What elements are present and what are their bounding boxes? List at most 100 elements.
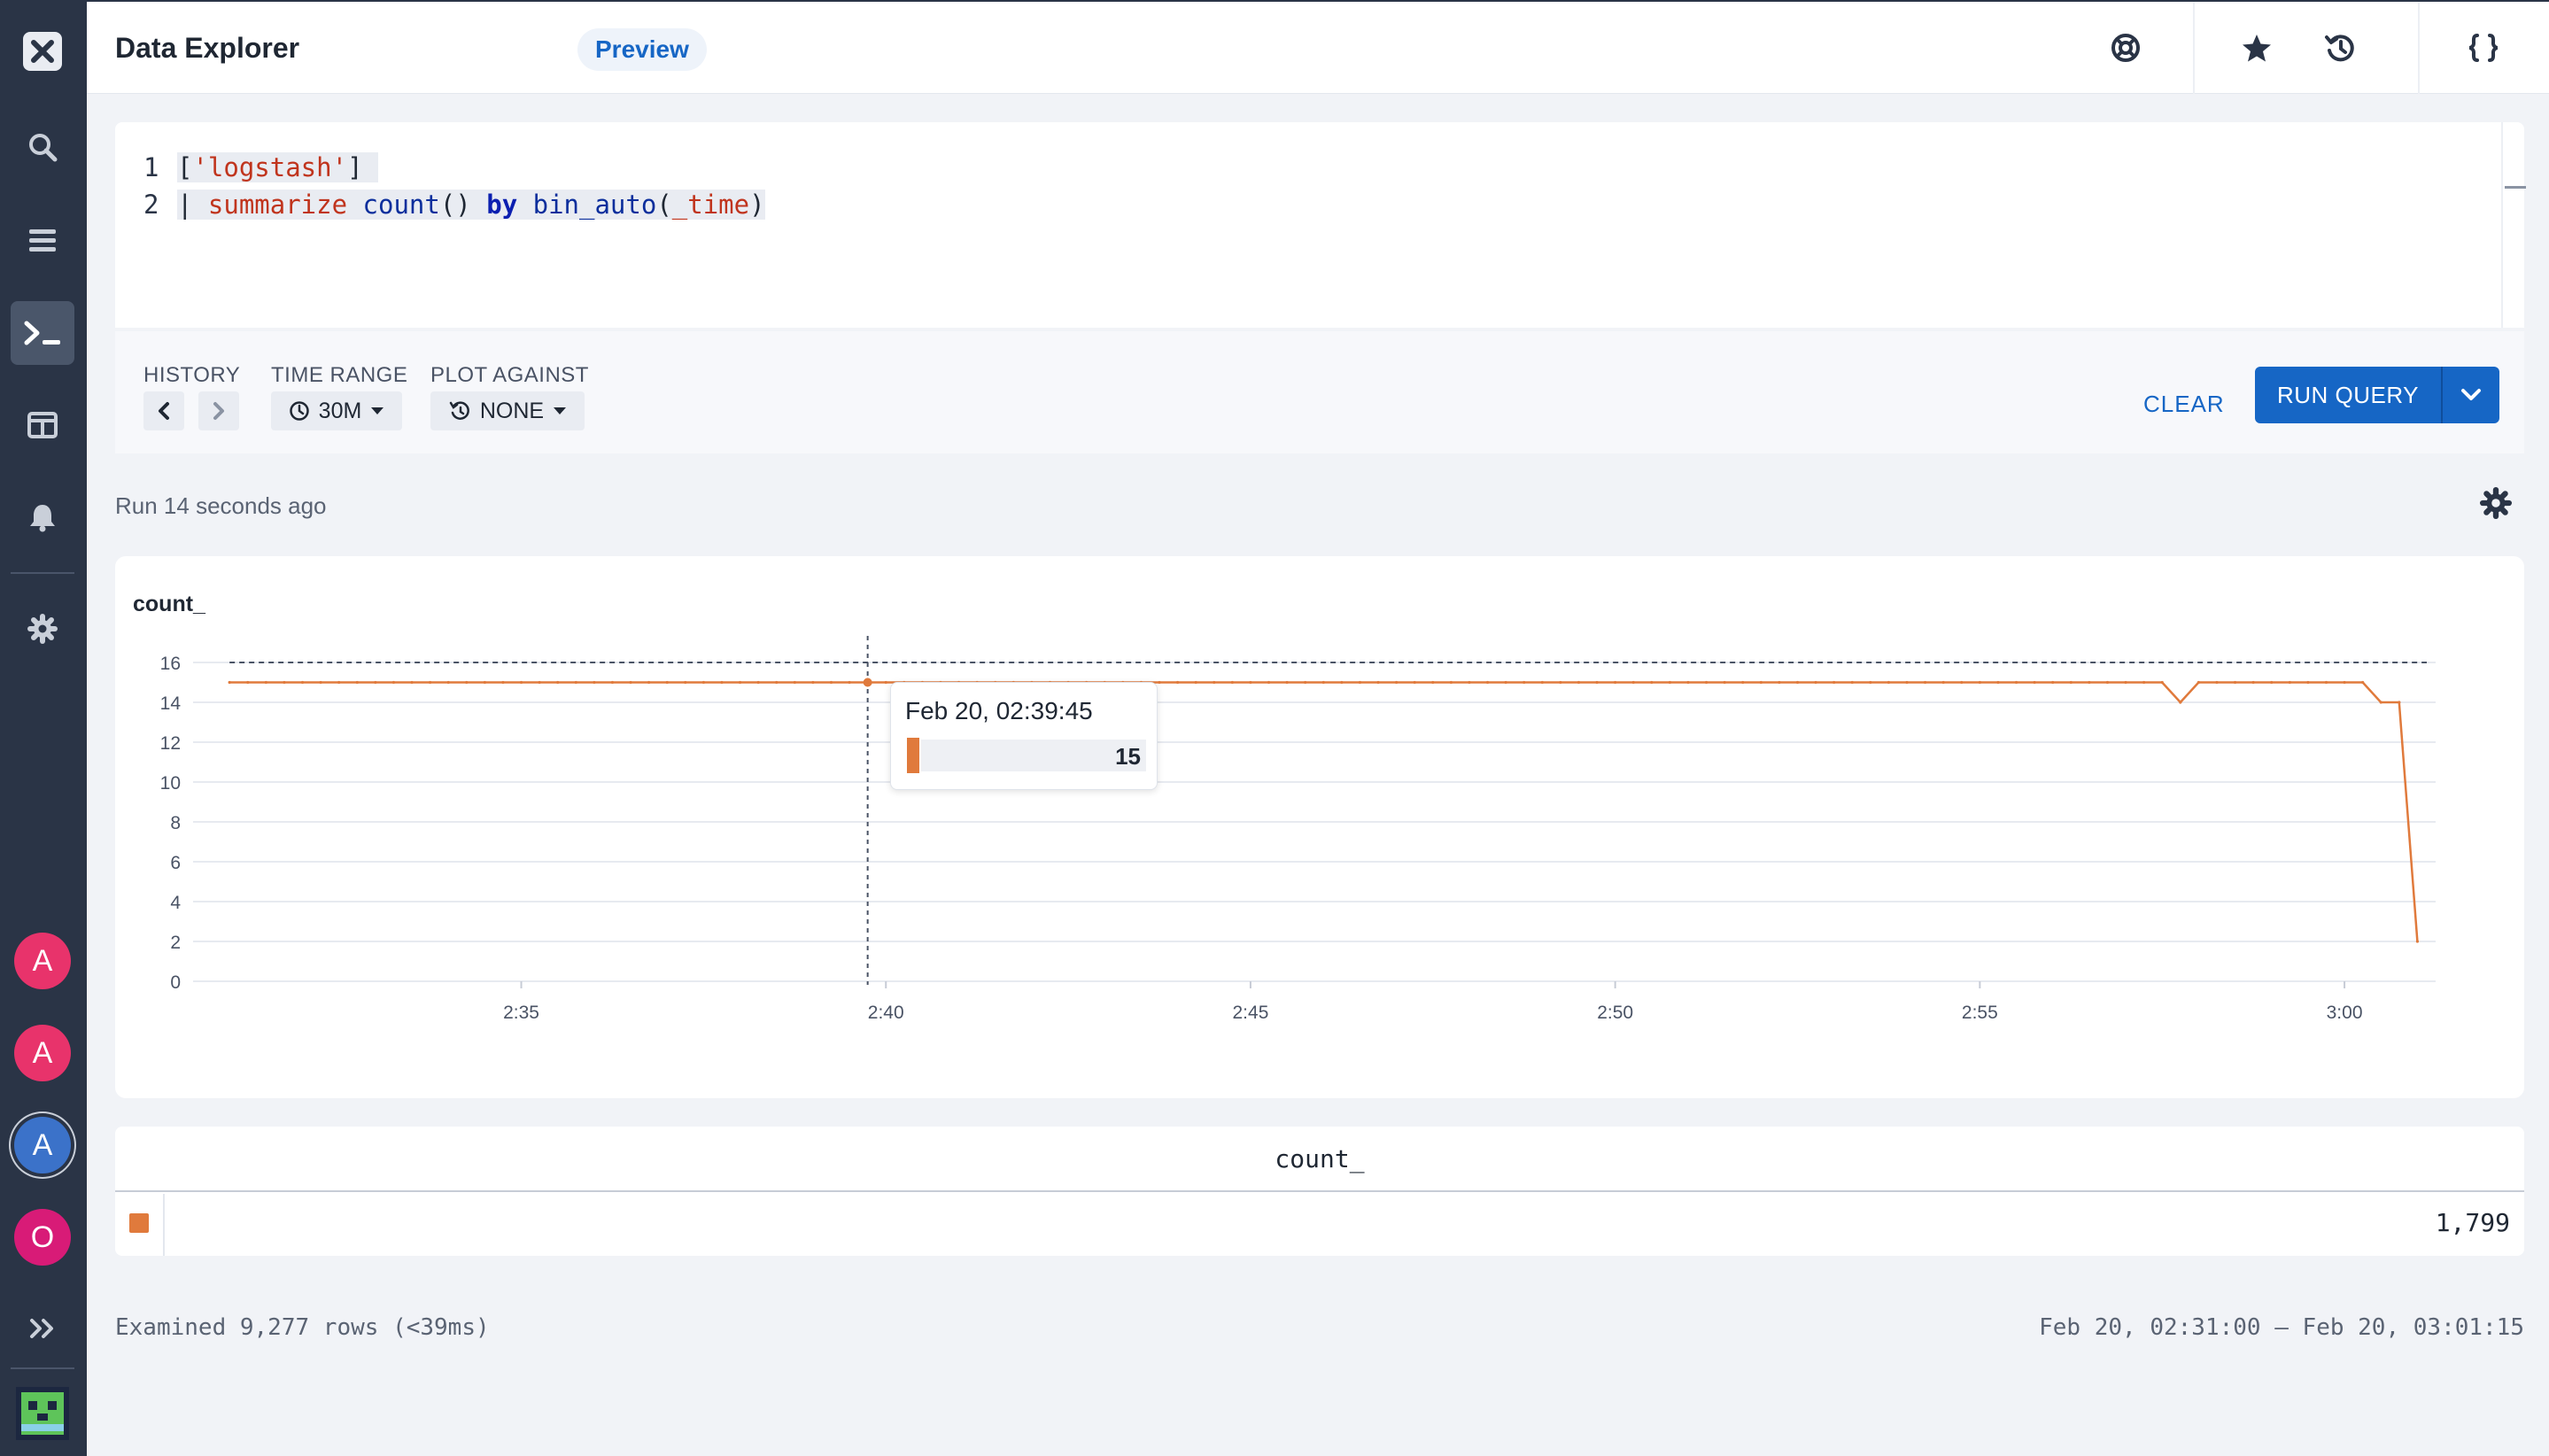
- series-point: [2361, 680, 2365, 685]
- chart-series: [228, 678, 2420, 943]
- series-point: [2105, 680, 2110, 685]
- series-point: [300, 680, 305, 685]
- x-axis-ticks: 2:35 2:40 2:45 2:50 2:55 3:00: [503, 981, 2363, 1023]
- plot-against-select[interactable]: NONE: [430, 391, 585, 430]
- chart-card: count_ 0 2 4 6 8 10 12 14 16 2:35 2:40 2:45 2:50 2:5…: [115, 556, 2524, 1098]
- series-point: [2306, 680, 2310, 685]
- series-point: [1778, 680, 1781, 685]
- editor-scroll-thumb[interactable]: [2505, 186, 2526, 189]
- time-range-select[interactable]: 30M: [271, 391, 402, 430]
- series-point: [1978, 680, 1981, 685]
- y-tick-label: 6: [170, 853, 181, 873]
- avatar[interactable]: A: [14, 933, 71, 989]
- sidebar-divider: [11, 1367, 74, 1369]
- x-tick-label: 2:50: [1597, 1003, 1633, 1023]
- y-tick-label: 16: [160, 654, 181, 674]
- help-icon[interactable]: [2104, 27, 2147, 69]
- series-point: [647, 680, 651, 685]
- code-token: [: [177, 152, 193, 182]
- series-point: [1559, 680, 1562, 685]
- run-query-button[interactable]: RUN QUERY: [2255, 367, 2441, 423]
- code-token: ]: [347, 152, 363, 182]
- y-axis-ticks: 0 2 4 6 8 10 12 14 16: [160, 654, 182, 993]
- series-point: [610, 680, 615, 685]
- series-point: [756, 680, 760, 685]
- terminal-icon[interactable]: [11, 301, 74, 365]
- series-point: [1540, 680, 1544, 685]
- chevrons-right-icon[interactable]: [11, 1297, 74, 1360]
- query-editor[interactable]: 1 ['logstash'] 2 | summarize count() by bi…: [115, 122, 2526, 328]
- series-point: [2398, 701, 2401, 704]
- series-point: [283, 680, 286, 685]
- series-point: [1230, 680, 1234, 685]
- series-point: [793, 680, 796, 685]
- series-point: [2088, 680, 2091, 685]
- clear-button[interactable]: CLEAR: [2143, 381, 2225, 427]
- gear-icon[interactable]: [2480, 487, 2515, 523]
- caret-down-icon: [371, 407, 384, 414]
- tooltip-title: Feb 20, 02:39:45: [905, 697, 1093, 724]
- chevron-right-icon: [213, 402, 224, 420]
- series-point: [684, 680, 687, 685]
- run-query-menu-button[interactable]: [2441, 367, 2499, 423]
- series-point: [829, 680, 833, 685]
- org-logo-icon[interactable]: [11, 1382, 74, 1445]
- header-divider: [2193, 2, 2195, 94]
- history-back-button[interactable]: [143, 391, 184, 430]
- series-point: [1850, 680, 1854, 685]
- editor-scrollbar[interactable]: [2501, 122, 2526, 328]
- history-icon[interactable]: [2319, 27, 2361, 69]
- series-point: [1504, 680, 1507, 685]
- x-tick-label: 2:45: [1233, 1003, 1269, 1023]
- series-point: [665, 680, 669, 685]
- series-point: [228, 680, 231, 685]
- dashboard-icon[interactable]: [11, 393, 74, 457]
- braces-icon[interactable]: [2462, 27, 2505, 69]
- axiom-logo-icon[interactable]: [11, 19, 74, 83]
- series-point: [246, 680, 250, 685]
- gear-icon[interactable]: [11, 597, 74, 661]
- series-point: [1631, 680, 1635, 685]
- series-point: [1249, 680, 1252, 685]
- tooltip-bar: [921, 740, 1146, 771]
- avatar-letter: A: [32, 943, 53, 978]
- series-point: [1522, 680, 1526, 685]
- line-chart[interactable]: count_ 0 2 4 6 8 10 12 14 16 2:35 2:40 2:45 2:50 2:5…: [115, 556, 2524, 1098]
- series-point: [1485, 680, 1490, 685]
- line-number: 2: [143, 190, 159, 220]
- sidebar-divider: [11, 572, 74, 574]
- query-toolbar: HISTORY TIME RANGE 30M PLOT AGAINST NONE…: [115, 331, 2524, 453]
- avatar[interactable]: A: [14, 1025, 71, 1081]
- history-forward-button[interactable]: [198, 391, 239, 430]
- series-point: [848, 680, 851, 685]
- series-point: [1686, 680, 1690, 685]
- series-point: [1194, 680, 1197, 685]
- series-point: [574, 680, 577, 685]
- stream-icon[interactable]: [11, 209, 74, 273]
- avatar-active[interactable]: A: [14, 1117, 71, 1173]
- bell-icon[interactable]: [11, 485, 74, 549]
- series-point: [1795, 680, 1800, 685]
- star-icon[interactable]: [2235, 27, 2278, 69]
- page-title: Data Explorer: [115, 32, 300, 64]
- series-point: [2160, 680, 2164, 685]
- search-icon[interactable]: [11, 115, 74, 179]
- clock-icon: [289, 401, 309, 421]
- series-point: [1832, 680, 1836, 685]
- series-point: [1413, 680, 1416, 685]
- series-point: [1704, 680, 1708, 685]
- y-tick-label: 0: [170, 972, 181, 993]
- avatar[interactable]: O: [14, 1209, 71, 1266]
- series-point: [501, 680, 505, 685]
- series-point: [1614, 680, 1617, 685]
- query-time-range: Feb 20, 02:31:00 — Feb 20, 03:01:15: [2039, 1314, 2524, 1341]
- series-point: [1723, 680, 1726, 685]
- series-point: [1176, 680, 1180, 685]
- series-point: [1358, 680, 1362, 685]
- series-point: [2179, 701, 2182, 704]
- series-point: [1213, 680, 1216, 685]
- series-point: [2124, 680, 2127, 685]
- y-tick-label: 14: [160, 693, 182, 714]
- table-column-header[interactable]: count_: [115, 1127, 2524, 1192]
- series-point: [2014, 680, 2018, 685]
